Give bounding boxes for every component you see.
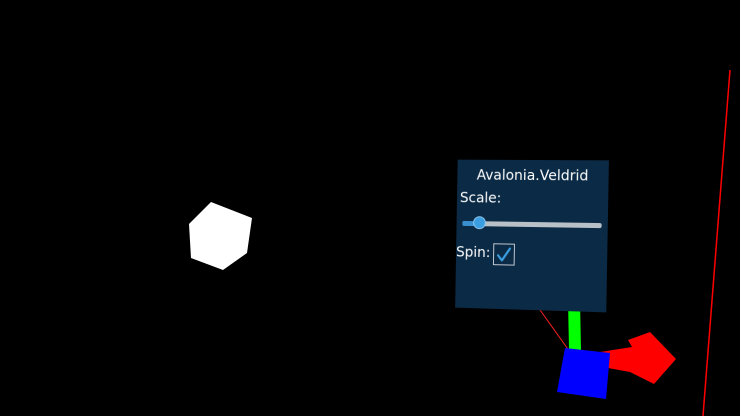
slider-thumb[interactable] (473, 216, 486, 229)
scene-canvas (0, 0, 740, 416)
red-boundary-line (703, 70, 730, 416)
checkmark-icon (496, 245, 512, 263)
gizmo-center-cube[interactable] (557, 348, 610, 399)
3d-viewport[interactable]: Avalonia.Veldrid Scale: Spin: (0, 0, 740, 416)
panel-title: Avalonia.Veldrid (457, 168, 609, 185)
spin-checkbox[interactable] (493, 243, 515, 265)
gizmo-x-arrow[interactable] (600, 332, 676, 384)
spin-label: Spin: (456, 245, 491, 262)
white-cube[interactable] (189, 202, 252, 270)
scale-slider[interactable] (462, 217, 601, 231)
scale-label: Scale: (460, 190, 502, 206)
floating-ui-panel: Avalonia.Veldrid Scale: Spin: (455, 160, 609, 313)
